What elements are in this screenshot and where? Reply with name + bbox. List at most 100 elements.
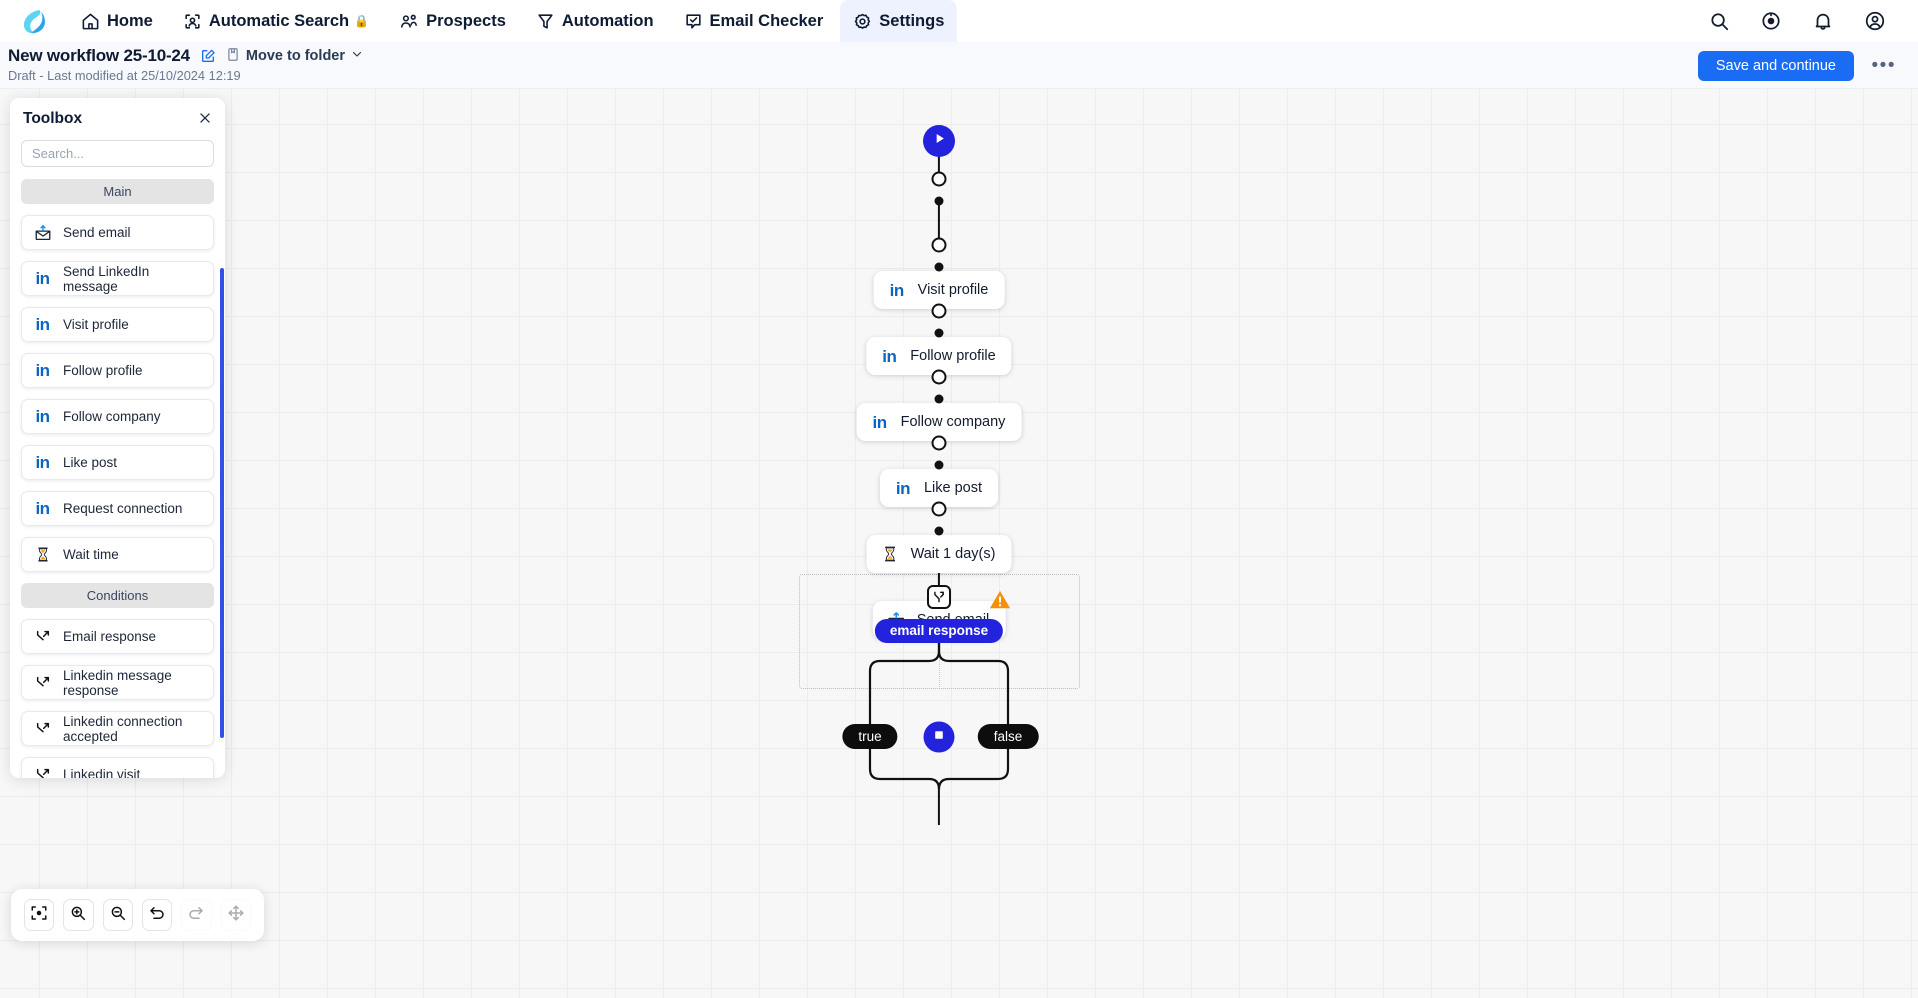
node-label-wait-time: Wait 1 day(s) [910,546,996,562]
workflow-title-row: New workflow 25-10-24 Move to folder [8,46,363,66]
account-icon[interactable] [1862,8,1888,34]
nav-item-settings[interactable]: Settings [840,0,958,42]
handle-source-visit-profile[interactable] [934,196,944,206]
toolbox-item-wait-time[interactable]: Wait time [21,537,214,572]
move-to-folder-label: Move to folder [245,48,346,64]
zoom-out-icon [109,904,127,927]
end-node[interactable] [923,721,955,753]
nav-item-automation[interactable]: Automation [523,0,667,42]
linkedin-icon: in [872,412,888,432]
search-input[interactable] [21,140,214,167]
home-icon [81,12,100,31]
node-label-visit-profile: Visit profile [917,282,989,298]
toolbox-item-like-post[interactable]: in Like post [21,445,214,480]
linkedin-icon: in [35,269,50,288]
node-wait-time[interactable]: Wait 1 day(s) [866,535,1012,573]
app-logo-wave-icon[interactable] [18,5,50,37]
nav-item-automatic-search[interactable]: Automatic Search 🔒 [170,0,382,42]
condition-label-email-response[interactable]: email response [874,619,1004,643]
toolbox-item-email-response[interactable]: Email response [21,619,214,654]
gear-icon [853,12,872,31]
workflow-subheader: New workflow 25-10-24 Move to folder Dra… [0,42,1918,89]
move-to-folder-button[interactable]: Move to folder [226,47,363,66]
workflow-status-text: Draft - Last modified at 25/10/2024 12:1… [8,68,241,83]
handle-source-follow-company[interactable] [934,328,944,338]
people-icon [399,12,419,31]
handle-source-follow-profile[interactable] [934,262,944,272]
start-node[interactable] [923,125,955,157]
condition-node-icon[interactable] [927,585,951,609]
nav-item-home[interactable]: Home [68,0,166,42]
node-label-like-post: Like post [923,480,983,496]
page-title: New workflow 25-10-24 [8,46,190,65]
move-arrows-icon [227,904,245,927]
zoom-out-button[interactable] [102,899,133,931]
handle-target-wait[interactable] [931,435,947,451]
chevron-down-icon [351,48,363,64]
toolbox-item-linkedin-message-response[interactable]: Linkedin message response [21,665,214,700]
linkedin-icon: in [35,315,50,334]
nav-label-automation: Automation [561,11,654,30]
branch-icon [33,765,52,778]
nav-label-email-checker: Email Checker [709,11,824,30]
linkedin-icon: in [35,407,50,426]
more-options-button[interactable]: ••• [1872,56,1896,75]
nav-label-settings: Settings [879,11,945,30]
nav-item-prospects[interactable]: Prospects [386,0,519,42]
toolbox-panel: Toolbox Main Send email in Send LinkedIn… [10,98,225,778]
redo-icon [187,904,205,927]
toolbox-item-linkedin-visit[interactable]: Linkedin visit [21,757,214,778]
toolbox-item-follow-profile[interactable]: in Follow profile [21,353,214,388]
toolbox-scrollbar[interactable] [220,268,224,738]
handle-target-follow-company[interactable] [931,303,947,319]
toolbox-item-request-connection[interactable]: in Request connection [21,491,214,526]
workflow-canvas[interactable]: in Visit profile in Follow profile in Fo… [0,89,1918,998]
toolbox-item-label: Linkedin message response [63,667,172,698]
toolbox-item-send-email[interactable]: Send email [21,215,214,250]
handle-target-follow-profile[interactable] [931,237,947,253]
top-navigation-bar: Home Automatic Search 🔒 Prospects Automa… [0,0,1918,42]
hourglass-icon [33,545,52,564]
toolbox-item-label: Follow profile [63,363,143,378]
hourglass-icon [880,544,900,564]
toolbox-item-linkedin-connection-accepted[interactable]: Linkedin connection accepted [21,711,214,746]
zoom-in-button[interactable] [63,899,94,931]
workflow-graph: in Visit profile in Follow profile in Fo… [0,89,1918,998]
handle-target-send-email[interactable] [931,501,947,517]
person-scan-icon [183,12,202,31]
linkedin-icon: in [882,346,897,366]
handle-target-like-post[interactable] [931,369,947,385]
nav-item-email-checker[interactable]: Email Checker [671,0,837,42]
redo-button[interactable] [181,899,212,931]
close-icon[interactable] [198,111,212,128]
toolbox-section-conditions: Conditions [21,583,214,608]
branch-icon [33,627,52,646]
bell-icon[interactable] [1810,8,1836,34]
zoom-in-icon [69,904,87,927]
pan-button[interactable] [220,899,251,931]
warning-icon[interactable] [989,589,1011,615]
play-icon [932,131,947,151]
handle-source-like-post[interactable] [934,394,944,404]
toolbox-item-label: Like post [63,455,118,470]
handle-source-wait[interactable] [934,460,944,470]
toolbox-item-send-linkedin-message[interactable]: in Send LinkedIn message [21,261,214,296]
toolbox-section-main: Main [21,179,214,204]
toolbox-item-label: Send LinkedIn message [63,263,150,294]
handle-source-send-email[interactable] [934,526,944,536]
undo-button[interactable] [141,899,173,931]
branch-pill-false[interactable]: false [977,724,1039,749]
search-icon[interactable] [1706,8,1732,34]
toolbox-item-visit-profile[interactable]: in Visit profile [21,307,214,342]
folder-icon [226,47,240,66]
linkedin-icon: in [889,280,905,300]
edit-pencil-icon[interactable] [200,48,216,64]
handle-target-visit-profile[interactable] [931,171,947,187]
target-icon[interactable] [1758,8,1784,34]
branch-pill-true[interactable]: true [842,724,898,749]
fit-view-button[interactable] [24,899,55,931]
toolbox-item-follow-company[interactable]: in Follow company [21,399,214,434]
save-and-continue-button[interactable]: Save and continue [1697,51,1854,81]
nav-label-prospects: Prospects [426,11,506,30]
nav-items: Home Automatic Search 🔒 Prospects Automa… [68,0,958,42]
